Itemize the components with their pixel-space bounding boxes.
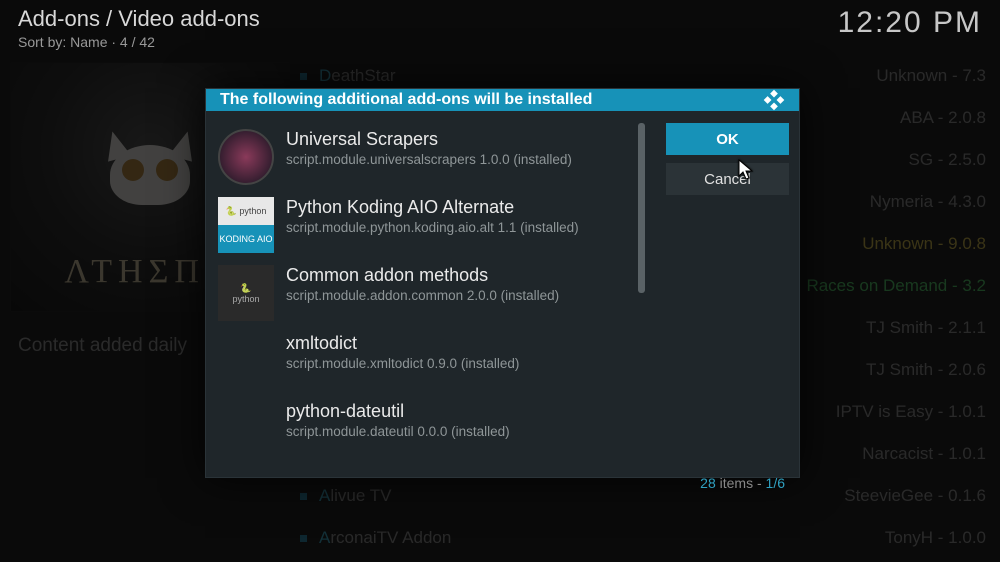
dependency-sub: script.module.addon.common 2.0.0 (instal… bbox=[286, 288, 559, 303]
dependency-item[interactable]: Universal Scrapers script.module.universa… bbox=[216, 123, 656, 191]
addon-icon bbox=[218, 129, 274, 185]
dependency-name: Common addon methods bbox=[286, 265, 559, 286]
clock: 12:20 PM bbox=[838, 6, 982, 40]
list-item[interactable]: ArconaiTV AddonTonyH - 1.0.0 bbox=[300, 517, 986, 559]
addon-icon bbox=[218, 401, 274, 457]
dependency-sub: script.module.python.koding.aio.alt 1.1 … bbox=[286, 220, 579, 235]
dependency-sub: script.module.universalscrapers 1.0.0 (i… bbox=[286, 152, 572, 167]
dependency-name: xmltodict bbox=[286, 333, 519, 354]
dependency-sub: script.module.dateutil 0.0.0 (installed) bbox=[286, 424, 510, 439]
dependency-sub: script.module.xmltodict 0.9.0 (installed… bbox=[286, 356, 519, 371]
ok-button[interactable]: OK bbox=[666, 123, 789, 155]
owl-logo-icon bbox=[90, 125, 210, 235]
kodi-logo-icon bbox=[763, 89, 785, 111]
dialog-title: The following additional add-ons will be… bbox=[220, 91, 592, 109]
dependency-list[interactable]: Universal Scrapers script.module.universa… bbox=[216, 123, 656, 463]
addon-icon: 🐍 pythonKODING AIO bbox=[218, 197, 274, 253]
addon-description: Content added daily bbox=[18, 335, 187, 357]
dialog-footer: 28 items - 1/6 bbox=[206, 469, 799, 501]
cancel-button[interactable]: Cancel bbox=[666, 163, 789, 195]
addon-icon: 🐍python bbox=[218, 265, 274, 321]
dependency-item[interactable]: 🐍 pythonKODING AIO Python Koding AIO Alte… bbox=[216, 191, 656, 259]
dependency-item[interactable]: 🐍python Common addon methods script.module… bbox=[216, 259, 656, 327]
dependency-item[interactable]: xmltodict script.module.xmltodict 0.9.0 (… bbox=[216, 327, 656, 395]
dependency-name: Python Koding AIO Alternate bbox=[286, 197, 579, 218]
dependency-item[interactable]: python-dateutil script.module.dateutil 0.… bbox=[216, 395, 656, 463]
install-dependencies-dialog: The following additional add-ons will be… bbox=[205, 88, 800, 478]
dependency-name: python-dateutil bbox=[286, 401, 510, 422]
addon-icon bbox=[218, 333, 274, 389]
scrollbar[interactable] bbox=[638, 123, 645, 293]
dependency-name: Universal Scrapers bbox=[286, 129, 572, 150]
